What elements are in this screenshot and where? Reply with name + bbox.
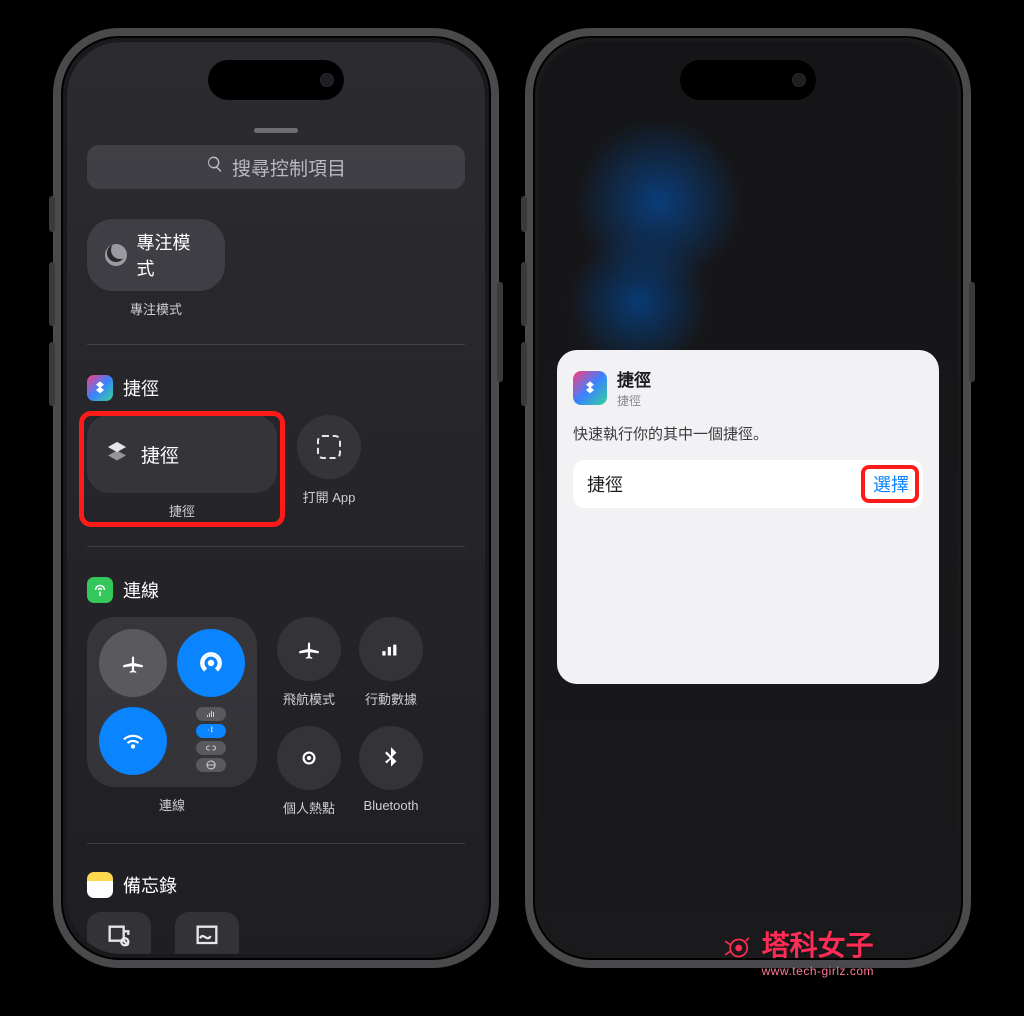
dynamic-island (208, 60, 344, 100)
shortcut-tile-caption: 捷徑 (169, 501, 195, 520)
section-title: 備忘錄 (123, 872, 177, 898)
section-shortcuts: 捷徑 捷徑 捷徑 (87, 375, 465, 520)
label: Bluetooth (364, 798, 419, 813)
phone-pair: 搜尋控制項目 專注模式 專注模式 (0, 0, 1024, 968)
card-subtitle: 捷徑 (617, 392, 651, 409)
airdrop-toggle[interactable] (177, 629, 245, 697)
search-icon (206, 155, 224, 179)
airplane-single[interactable] (277, 617, 341, 681)
watermark-url: www.tech-girlz.com (762, 964, 874, 978)
focus-label: 專注模式 (137, 229, 207, 281)
volume-up-button (521, 262, 527, 326)
volume-down-button (521, 342, 527, 406)
divider (87, 344, 465, 345)
new-note-tile[interactable] (175, 912, 239, 954)
section-header-shortcuts: 捷徑 (87, 375, 465, 401)
open-app-tile-wrap: 打開 App (297, 415, 361, 506)
moon-icon (105, 244, 127, 266)
shortcuts-app-icon (573, 371, 607, 405)
card-header: 捷徑 捷徑 (573, 366, 923, 409)
connectivity-caption: 連線 (159, 795, 185, 814)
cellular-single[interactable] (359, 617, 423, 681)
focus-tile[interactable]: 專注模式 (87, 219, 225, 291)
phone-left: 搜尋控制項目 專注模式 專注模式 (53, 28, 499, 968)
label: 飛航模式 (283, 689, 335, 708)
search-input[interactable]: 搜尋控制項目 (87, 145, 465, 189)
watermark-icon (720, 931, 754, 972)
notes-tiles (87, 912, 465, 954)
shortcut-selector-row[interactable]: 捷徑 選擇 (573, 460, 923, 508)
sheet-grabber[interactable] (254, 128, 298, 133)
section-title: 捷徑 (123, 375, 159, 401)
section-connectivity: 連線 (87, 577, 465, 817)
antenna-icon (87, 577, 113, 603)
power-button (969, 282, 975, 382)
blurred-background: 捷徑 捷徑 快速執行你的其中一個捷徑。 捷徑 選擇 (539, 42, 957, 954)
card-description: 快速執行你的其中一個捷徑。 (573, 423, 923, 444)
watermark: 塔科女子 www.tech-girlz.com (720, 924, 874, 978)
shortcut-tile-label: 捷徑 (141, 441, 179, 468)
focus-caption: 專注模式 (130, 299, 182, 318)
control-center-gallery: 搜尋控制項目 專注模式 專注模式 (67, 42, 485, 954)
connectivity-singles: 飛航模式 行動數據 個人熱點 (277, 617, 423, 817)
bluetooth-single[interactable] (359, 726, 423, 790)
shortcut-tile[interactable]: 捷徑 (87, 415, 277, 493)
search-placeholder: 搜尋控制項目 (232, 154, 346, 181)
notes-app-icon (87, 872, 113, 898)
divider (87, 546, 465, 547)
shortcuts-app-icon (87, 375, 113, 401)
open-app-icon (317, 435, 341, 459)
hotspot-single[interactable] (277, 726, 341, 790)
volume-up-button (49, 262, 55, 326)
connectivity-box[interactable] (87, 617, 257, 787)
layers-icon (105, 439, 129, 469)
label: 個人熱點 (283, 798, 335, 817)
cluster-toggles[interactable] (177, 707, 245, 775)
section-title: 連線 (123, 577, 159, 603)
select-button[interactable]: 選擇 (873, 471, 909, 497)
power-button (497, 282, 503, 382)
dynamic-island (680, 60, 816, 100)
watermark-name: 塔科女子 (762, 930, 874, 961)
open-app-tile[interactable] (297, 415, 361, 479)
phone-right: 捷徑 捷徑 快速執行你的其中一個捷徑。 捷徑 選擇 (525, 28, 971, 968)
section-header-notes: 備忘錄 (87, 872, 465, 898)
open-app-caption: 打開 App (303, 487, 356, 506)
card-title: 捷徑 (617, 366, 651, 391)
section-header-connectivity: 連線 (87, 577, 465, 603)
divider (87, 843, 465, 844)
row-label: 捷徑 (587, 471, 623, 497)
side-button (49, 196, 55, 232)
shortcut-tile-wrap: 捷徑 捷徑 (87, 415, 277, 520)
airplane-toggle[interactable] (99, 629, 167, 697)
quick-note-tile[interactable] (87, 912, 151, 954)
wifi-toggle[interactable] (99, 707, 167, 775)
section-focus: 專注模式 專注模式 (87, 219, 465, 318)
volume-down-button (49, 342, 55, 406)
side-button (521, 196, 527, 232)
label: 行動數據 (365, 689, 417, 708)
config-card: 捷徑 捷徑 快速執行你的其中一個捷徑。 捷徑 選擇 (557, 350, 939, 684)
